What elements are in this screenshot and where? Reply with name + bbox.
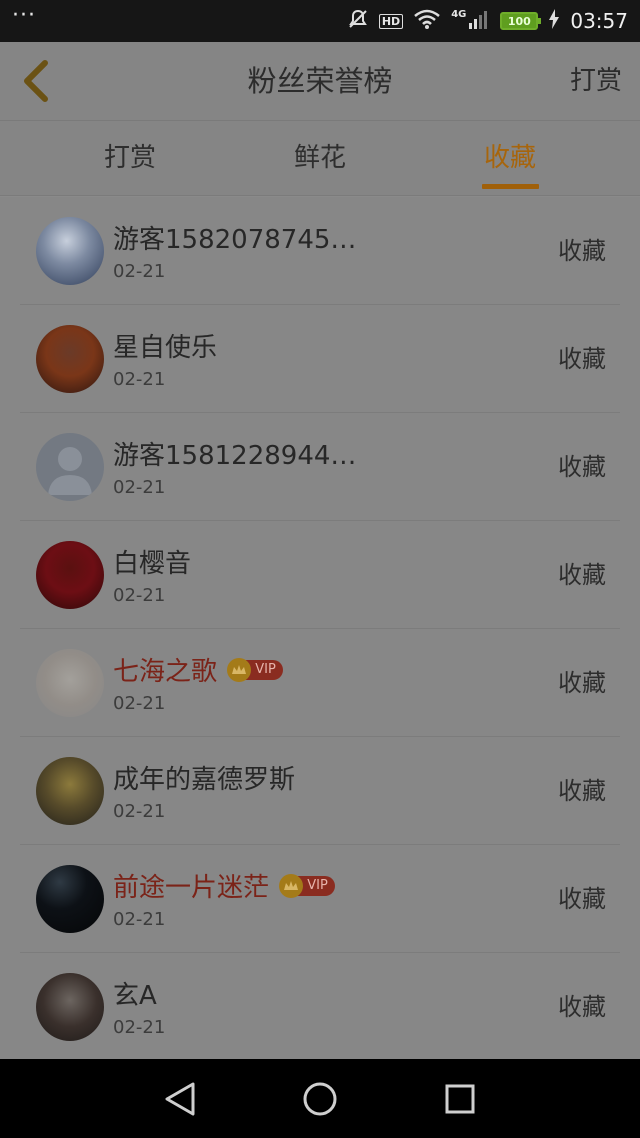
nav-recents-button[interactable]: [430, 1069, 490, 1129]
vip-badge: VIP: [227, 657, 283, 682]
action-label: 收藏: [558, 669, 606, 697]
date: 02-21: [113, 909, 166, 930]
vip-badge: VIP: [279, 873, 335, 898]
user-name-vip: 七海之歌 VIP: [113, 651, 283, 688]
avatar: [36, 973, 104, 1041]
nav-home-button[interactable]: [290, 1069, 350, 1129]
date: 02-21: [113, 801, 166, 822]
action-label: 收藏: [558, 345, 606, 373]
action-label: 收藏: [558, 885, 606, 913]
status-icons: HD 4G 100 03:57: [347, 8, 628, 34]
list-item[interactable]: 星自使乐 02-21 收藏: [20, 305, 620, 413]
user-name: 游客1582078745…: [113, 225, 357, 255]
status-bar: ··· HD 4G 100 03:57: [0, 0, 640, 42]
page-title: 粉丝荣誉榜: [247, 64, 393, 98]
action-label: 收藏: [558, 561, 606, 589]
avatar: [36, 217, 104, 285]
network-label: 4G: [451, 8, 467, 20]
tab-flowers[interactable]: 鲜花: [260, 121, 380, 196]
clock: 03:57: [570, 9, 628, 33]
date: 02-21: [113, 369, 166, 390]
user-name-text: 七海之歌: [113, 657, 218, 687]
list-item[interactable]: 成年的嘉德罗斯 02-21 收藏: [20, 737, 620, 845]
crown-icon: [279, 873, 304, 898]
wifi-icon: [413, 8, 441, 34]
action-label: 收藏: [558, 993, 606, 1021]
mute-icon: [347, 8, 369, 34]
list-item[interactable]: 游客1582078745… 02-21 收藏: [20, 197, 620, 305]
tab-reward[interactable]: 打赏: [70, 121, 190, 196]
header: 粉丝荣誉榜 打赏: [0, 42, 640, 121]
list-item[interactable]: 白樱音 02-21 收藏: [20, 521, 620, 629]
default-avatar: [36, 433, 104, 501]
charging-icon: [548, 9, 560, 33]
signal-icon: [468, 8, 490, 34]
avatar: [36, 865, 104, 933]
date: 02-21: [113, 1017, 166, 1038]
nav-back-button[interactable]: [150, 1069, 210, 1129]
date: 02-21: [113, 693, 166, 714]
user-name-vip: 前途一片迷茫 VIP: [113, 867, 335, 904]
triangle-back-icon: [165, 1082, 195, 1115]
user-name: 玄A: [113, 981, 157, 1011]
date: 02-21: [113, 261, 166, 282]
user-placeholder-icon: [48, 447, 92, 495]
crown-icon: [227, 657, 252, 682]
system-nav-bar: [0, 1059, 640, 1138]
list-item[interactable]: 七海之歌 VIP 02-21 收藏: [20, 629, 620, 737]
hd-icon: HD: [378, 13, 404, 29]
battery-icon: 100: [500, 12, 542, 30]
list-item[interactable]: 玄A 02-21 收藏: [20, 953, 620, 1059]
avatar: [36, 541, 104, 609]
user-name: 星自使乐: [113, 333, 218, 363]
circle-home-icon: [303, 1082, 337, 1115]
action-label: 收藏: [558, 237, 606, 265]
list-item[interactable]: 游客1581228944… 02-21 收藏: [20, 413, 620, 521]
date: 02-21: [113, 477, 166, 498]
tab-bar: 打赏 鲜花 收藏: [0, 121, 640, 196]
action-label: 收藏: [558, 453, 606, 481]
notification-dots: ···: [12, 3, 36, 28]
user-name: 白樱音: [113, 549, 192, 579]
fan-list: 游客1582078745… 02-21 收藏 星自使乐 02-21 收藏 游客1…: [0, 197, 640, 1059]
avatar: [36, 757, 104, 825]
active-tab-indicator: [482, 184, 539, 189]
square-recents-icon: [445, 1084, 475, 1113]
action-label: 收藏: [558, 777, 606, 805]
user-name-text: 前途一片迷茫: [113, 873, 270, 903]
avatar: [36, 325, 104, 393]
user-name: 成年的嘉德罗斯: [113, 765, 296, 795]
user-name: 游客1581228944…: [113, 441, 357, 471]
date: 02-21: [113, 585, 166, 606]
avatar: [36, 649, 104, 717]
list-item[interactable]: 前途一片迷茫 VIP 02-21 收藏: [20, 845, 620, 953]
reward-button[interactable]: 打赏: [570, 42, 622, 121]
